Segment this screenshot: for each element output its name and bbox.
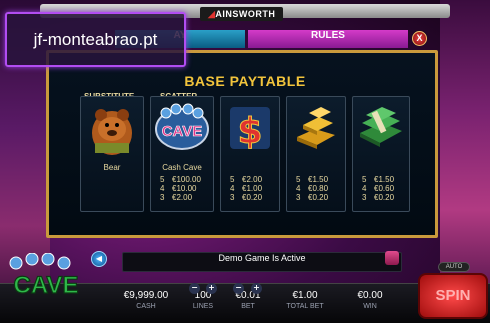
- symbol-card-cash-cave: CAVE Cash Cave 5 €100.00 4 €10.00 3 €2.00: [150, 96, 214, 212]
- bet-decrease-button[interactable]: −: [233, 283, 244, 294]
- close-button[interactable]: X: [412, 31, 427, 46]
- pay-table-cash-cave: 5 €100.00 4 €10.00 3 €2.00: [160, 175, 201, 202]
- pay-table-dollar: 5 €2.00 4 €1.00 3 €0.20: [230, 175, 263, 202]
- pay-table-cash-stack: 5 €1.50 4 €0.60 3 €0.20: [362, 175, 395, 202]
- win-value: €0.00: [357, 290, 383, 301]
- bet-display: €0.01 BET: [228, 290, 268, 311]
- win-label: WIN: [363, 303, 377, 310]
- gold-bars-icon: [297, 107, 335, 149]
- demo-status-banner: Demo Game Is Active: [122, 252, 402, 272]
- lines-decrease-button[interactable]: −: [189, 283, 200, 294]
- cash-stack-icon: [360, 107, 402, 147]
- symbol-card-bear: Bear: [80, 96, 144, 212]
- cash-value: €9,999.00: [123, 290, 169, 301]
- total-bet-value: €1.00: [292, 290, 318, 301]
- cash-cave-icon: CAVE: [155, 103, 209, 150]
- pay-table-gold-bars: 5 €1.50 4 €0.80 3 €0.20: [296, 175, 329, 202]
- symbol-card-cash-stack: 5 €1.50 4 €0.60 3 €0.20: [352, 96, 410, 212]
- svg-text:CAVE: CAVE: [14, 272, 79, 299]
- cash-display: €9,999.00 CASH: [117, 290, 175, 311]
- brand-logo: ◢AINSWORTH: [200, 7, 284, 21]
- cash-cave-logo: CAVE: [9, 253, 79, 300]
- total-bet-label: TOTAL BET: [286, 303, 324, 310]
- bet-label: BET: [241, 303, 255, 310]
- bet-increase-button[interactable]: +: [251, 283, 262, 294]
- watermark-badge: jf-monteabrao.pt: [5, 12, 186, 67]
- svg-text:CAVE: CAVE: [162, 123, 203, 140]
- cash-label: CASH: [136, 303, 156, 310]
- auto-button[interactable]: AUTO: [438, 262, 470, 272]
- paytable-title: BASE PAYTABLE: [184, 73, 306, 89]
- symbol-card-dollar: $ 5 €2.00 4 €1.00 3 €0.20: [220, 96, 280, 212]
- spin-button[interactable]: SPIN: [418, 273, 488, 319]
- dollar-sign-icon: $: [230, 107, 270, 153]
- symbol-name-cash-cave: Cash Cave: [162, 163, 202, 172]
- tab-rules[interactable]: RULES: [248, 30, 408, 48]
- svg-text:$: $: [237, 111, 262, 152]
- help-button[interactable]: [385, 251, 399, 265]
- lines-increase-button[interactable]: +: [206, 283, 217, 294]
- symbol-name-bear: Bear: [103, 163, 121, 172]
- bear-icon: [92, 109, 132, 155]
- lines-label: LINES: [192, 303, 214, 310]
- total-bet-display: €1.00 TOTAL BET: [280, 290, 330, 311]
- win-display: €0.00 WIN: [350, 290, 390, 311]
- symbol-card-gold-bars: 5 €1.50 4 €0.80 3 €0.20: [286, 96, 346, 212]
